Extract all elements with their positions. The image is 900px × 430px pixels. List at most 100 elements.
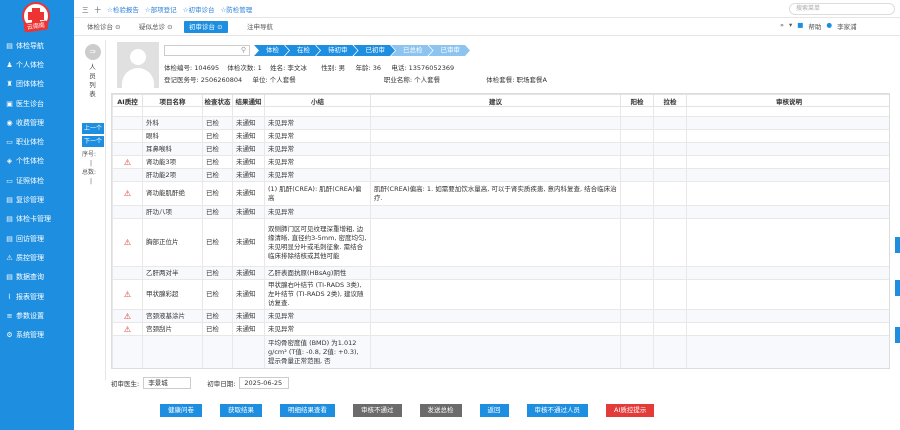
action-button[interactable]: 返回 (479, 404, 509, 417)
chevron-icon[interactable]: » (780, 21, 784, 31)
scroll-marker[interactable] (895, 237, 900, 253)
positive-cell (620, 142, 654, 156)
summary-cell: 未见异常 (264, 322, 371, 336)
sidebar-item[interactable]: ▣ 医生诊台 (0, 94, 74, 113)
next-person-button[interactable]: 下一个 (82, 136, 104, 147)
quick-link[interactable]: ☆防检管理 (220, 4, 252, 14)
table-row[interactable] (112, 106, 889, 117)
table-row[interactable]: ⚠ 宫颈刮片 已检 未通知 未见异常 (112, 322, 889, 336)
help-link[interactable]: 帮助 (808, 21, 821, 31)
table-row[interactable]: ⚠ 甲状腺彩超 已检 未通知 甲状腺右叶结节 (TI-RADS 3类), 左叶结节 (T… (112, 279, 889, 310)
sidebar-item[interactable]: ⚠ 质控管理 (0, 248, 74, 267)
scroll-marker[interactable] (895, 280, 900, 296)
action-button[interactable]: 获取结果 (220, 404, 262, 417)
sidebar-item[interactable]: ▭ 证照体检 (0, 171, 74, 190)
table-row[interactable]: 眼科 已检 未通知 未见异常 (112, 129, 889, 143)
column-header[interactable]: 项目名称 (142, 94, 203, 107)
help-icon[interactable]: ■ (797, 21, 803, 31)
column-header[interactable]: 审核说明 (686, 94, 889, 107)
review-note-cell (686, 266, 889, 280)
table-row[interactable]: 耳鼻喉科 已检 未通知 未见异常 (112, 142, 889, 156)
item-name-cell: 乙肝两对半 (142, 266, 203, 280)
table-row[interactable]: ⚠ 宫颈液基涂片 已检 未通知 未见异常 (112, 309, 889, 323)
recheck-cell (653, 155, 687, 169)
table-row[interactable]: ⚠ 胸部正位片 已检 未通知 双侧肺门区可见纹理深重增粗, 边缘清晰, 直径约3-5mm… (112, 218, 889, 267)
nav-icon: ▤ (6, 273, 13, 282)
patient-search-input[interactable]: ⚲ (164, 45, 250, 56)
patient-phone: 13576052369 (408, 64, 455, 72)
positive-cell (620, 155, 654, 169)
column-header[interactable]: 检查状态 (202, 94, 233, 107)
date-field[interactable]: 2025-06-25 (239, 377, 290, 389)
table-row[interactable]: 乙肝两对半 已检 未通知 乙肝表面抗原(HBsAg)阴性 (112, 266, 889, 280)
progress-step: 在检 (285, 45, 320, 56)
top-toolbar: 三十 ☆检验报告 ☆部项登记 ☆初审诊台 ☆防检管理 搜索菜单 (74, 0, 900, 18)
table-row[interactable]: ⚠ 肾功能3项 已检 未通知 未见异常 (112, 155, 889, 169)
tab[interactable]: 注申导航 (242, 21, 278, 33)
sidebar-item[interactable]: ▤ 回访管理 (0, 229, 74, 248)
quick-link[interactable]: 三 (82, 4, 89, 14)
table-row[interactable]: ⚠ 肾功能肌酐绝 已检 未通知 (1) 肌酐(CREA): 肌酐(CREA)偏高 肌酐(C… (112, 181, 889, 206)
positive-cell (620, 322, 654, 336)
scroll-marker[interactable] (895, 327, 900, 343)
sidebar-item[interactable]: ▤ 复诊管理 (0, 190, 74, 209)
action-button[interactable]: AI质控提示 (606, 404, 655, 417)
status-cell: 已检 (202, 168, 233, 182)
sidebar-item[interactable]: ▭ 职业体检 (0, 132, 74, 151)
sidebar-item[interactable]: ▤ 体检卡管理 (0, 210, 74, 229)
sidebar-item[interactable]: ◉ 收费管理 (0, 113, 74, 132)
action-button[interactable]: 审核不通过 (353, 404, 402, 417)
summary-cell: 乙肝表面抗原(HBsAg)阴性 (264, 266, 371, 280)
positive-cell (620, 181, 654, 206)
action-button[interactable]: 明细结果查看 (280, 404, 335, 417)
table-row[interactable]: 肝功能2项 已检 未通知 未见异常 (112, 168, 889, 182)
dropdown-icon[interactable]: ▾ (789, 21, 792, 31)
quick-link[interactable]: ☆部项登记 (145, 4, 177, 14)
prev-person-button[interactable]: 上一个 (82, 123, 104, 134)
ai-warning-icon (112, 168, 143, 182)
sidebar-item[interactable]: ⚙ 系统管理 (0, 325, 74, 344)
positive-cell (620, 309, 654, 323)
table-row[interactable]: 外科 已检 未通知 未见异常 (112, 116, 889, 130)
quick-link[interactable]: ☆检验报告 (107, 4, 139, 14)
quick-link[interactable]: 十 (95, 4, 102, 14)
doctor-field[interactable]: 李景城 (143, 377, 192, 389)
action-button[interactable]: 健康问卷 (160, 404, 202, 417)
sidebar-item[interactable]: ▤ 体检导航 (0, 36, 74, 55)
sidebar-item-label: 数据查询 (16, 273, 44, 282)
sidebar-item[interactable]: ▤ 数据查询 (0, 268, 74, 287)
sidebar-item[interactable]: ♜ 团体体检 (0, 75, 74, 94)
action-button[interactable]: 发送总检 (419, 404, 462, 417)
column-header[interactable]: AI质控 (112, 94, 143, 107)
action-button[interactable]: 审核不通过人员 (526, 404, 588, 417)
summary-cell: 未见异常 (264, 116, 371, 130)
status-cell: 已检 (202, 322, 233, 336)
column-header[interactable]: 拉检 (653, 94, 687, 107)
column-header[interactable]: 结果通知 (232, 94, 265, 107)
table-row[interactable]: 肝功八项 已检 未通知 未见异常 (112, 205, 889, 219)
sidebar-item[interactable]: ◈ 个性体检 (0, 152, 74, 171)
column-header[interactable]: 阳检 (620, 94, 654, 107)
action-buttons: 健康问卷 获取结果 明细结果查看 审核不通过 发送总检 返回 审核不通过人员 AI质控提示 (160, 404, 655, 417)
status-cell: 已检 (202, 155, 233, 169)
tab[interactable]: 体检诊台 ⊙ (82, 21, 126, 33)
menu-search-input[interactable]: 搜索菜单 (789, 3, 895, 15)
sidebar-item[interactable]: ≡ 参数设置 (0, 306, 74, 325)
summary-cell: 甲状腺右叶结节 (TI-RADS 3类), 左叶结节 (TI-RADS 2类),… (264, 279, 371, 310)
nav-icon: ▣ (6, 99, 13, 108)
person-list-label: 人员列表 (80, 63, 105, 99)
tab[interactable]: 初审诊台 ⊙ (184, 21, 228, 33)
advice-cell (370, 322, 621, 336)
recheck-cell (653, 205, 687, 219)
recheck-cell (653, 142, 687, 156)
table-row[interactable]: 平均骨密度值 (BMD) 为1.012 g/cm² (T值: -0.8, Z值:… (112, 335, 889, 368)
quick-link[interactable]: ☆初审诊台 (183, 4, 215, 14)
search-icon[interactable]: ⚲ (241, 46, 246, 55)
collapse-icon[interactable]: ⇒ (84, 44, 101, 60)
user-name[interactable]: 李家浦 (837, 21, 857, 31)
column-header[interactable]: 小结 (264, 94, 371, 107)
tab[interactable]: 疑似总诊 ⊙ (134, 21, 178, 33)
sidebar-item[interactable]: ⌇ 报表管理 (0, 287, 74, 306)
column-header[interactable]: 建议 (370, 94, 621, 107)
sidebar-item[interactable]: ♟ 个人体检 (0, 55, 74, 74)
